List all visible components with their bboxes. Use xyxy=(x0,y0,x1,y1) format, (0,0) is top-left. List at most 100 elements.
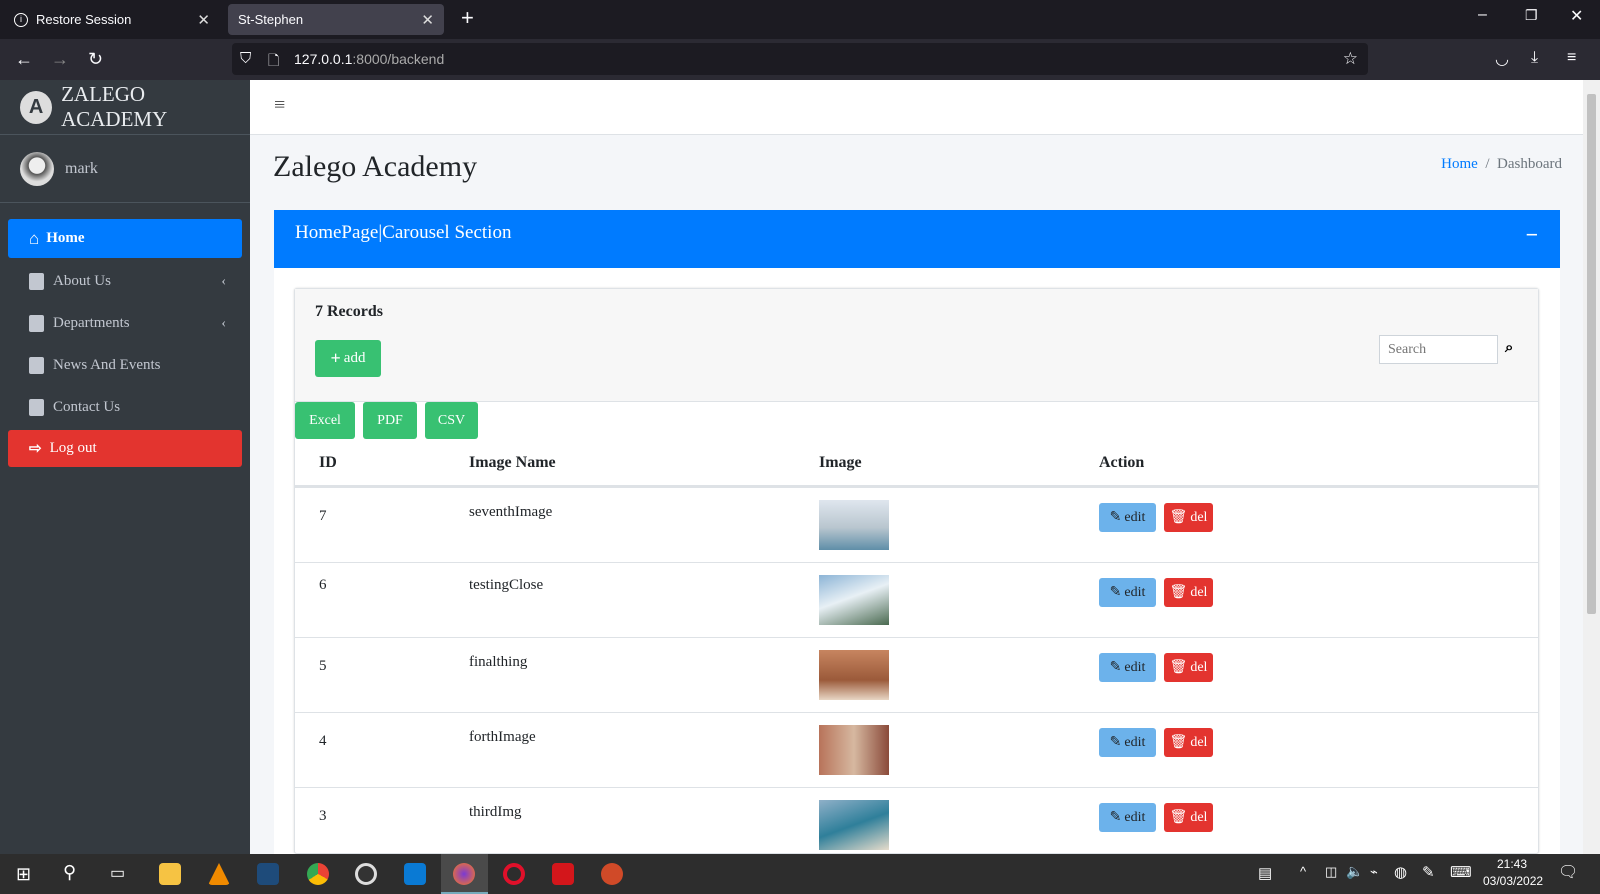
menu-icon[interactable]: ≡ xyxy=(1567,49,1576,67)
battery-icon[interactable]: ⌁ xyxy=(1370,864,1378,880)
edit-button[interactable]: ✎ edit xyxy=(1099,503,1156,532)
trash-icon: 🗑 xyxy=(1169,810,1188,825)
sidebar-item-departments[interactable]: Departments ‹ xyxy=(8,304,242,343)
home-icon: ⌂ xyxy=(29,228,40,248)
trash-icon: 🗑 xyxy=(1169,735,1188,750)
brand[interactable]: A ZALEGO ACADEMY xyxy=(0,80,250,135)
cell-image-name: finalthing xyxy=(469,654,528,670)
news-icon[interactable]: ▤ xyxy=(1258,864,1272,882)
delete-button[interactable]: 🗑 del xyxy=(1164,578,1213,607)
tab-st-stephen[interactable]: St-Stephen ✕ xyxy=(228,4,444,35)
opera-icon[interactable] xyxy=(503,863,525,885)
table-row: 7 seventhImage ✎ edit 🗑 del xyxy=(294,487,1539,562)
image-thumbnail xyxy=(819,800,889,850)
search-taskbar-icon[interactable]: ⚲ xyxy=(63,862,76,883)
user-panel[interactable]: mark xyxy=(0,135,250,203)
windows-start-icon[interactable]: ⊞ xyxy=(16,864,31,885)
pen-icon[interactable]: ✎ xyxy=(1422,863,1435,881)
table-row: 6 testingClose ✎ edit 🗑 del xyxy=(294,562,1539,637)
vscode-icon[interactable] xyxy=(404,863,426,885)
edit-button[interactable]: ✎ edit xyxy=(1099,803,1156,832)
back-icon[interactable]: ← xyxy=(15,49,33,70)
edit-icon: ✎ xyxy=(1109,735,1122,750)
export-excel-button[interactable]: Excel xyxy=(295,402,355,439)
page-scrollbar[interactable] xyxy=(1583,80,1600,854)
add-label: add xyxy=(343,350,366,366)
cell-image-name: seventhImage xyxy=(469,504,553,520)
minimize-icon[interactable]: – xyxy=(1478,6,1487,24)
edit-button[interactable]: ✎ edit xyxy=(1099,653,1156,682)
window-close-icon[interactable]: ✕ xyxy=(1570,6,1583,26)
tab-restore-session[interactable]: i Restore Session ✕ xyxy=(4,4,220,35)
list-icon xyxy=(29,399,44,416)
browser-tab-bar: i Restore Session ✕ St-Stephen ✕ + – ❐ ✕ xyxy=(0,0,1600,39)
address-bar[interactable]: ⛉ 🗋 127.0.0.1:8000/backend ☆ xyxy=(232,43,1368,75)
breadcrumb-home[interactable]: Home xyxy=(1441,156,1478,172)
user-name: mark xyxy=(65,159,98,177)
volume-icon[interactable]: 🔈 xyxy=(1346,863,1363,880)
add-button[interactable]: + add xyxy=(315,340,381,377)
keyboard-icon[interactable]: ⌨ xyxy=(1450,863,1472,881)
media-player-icon[interactable] xyxy=(355,863,377,885)
search-input[interactable] xyxy=(1379,335,1498,364)
bookmark-star-icon[interactable]: ☆ xyxy=(1343,49,1358,69)
info-icon: i xyxy=(14,12,28,27)
table-row: 5 finalthing ✎ edit 🗑 del xyxy=(294,637,1539,712)
firefox-taskbar-button[interactable] xyxy=(441,854,488,894)
edit-button[interactable]: ✎ edit xyxy=(1099,578,1156,607)
card-header: HomePage|Carousel Section − xyxy=(274,210,1560,268)
edit-icon: ✎ xyxy=(1109,660,1122,675)
powerpoint-icon[interactable] xyxy=(601,863,623,885)
pocket-icon[interactable]: ◡ xyxy=(1495,49,1509,69)
close-tab-icon[interactable]: ✕ xyxy=(421,11,434,29)
vlc-icon[interactable] xyxy=(208,863,230,885)
edit-button[interactable]: ✎ edit xyxy=(1099,728,1156,757)
sidebar-item-logout[interactable]: ⇨ Log out xyxy=(8,430,242,467)
edit-label: edit xyxy=(1124,734,1146,750)
export-pdf-button[interactable]: PDF xyxy=(363,402,417,439)
collapse-icon[interactable]: − xyxy=(1525,222,1538,248)
delete-label: del xyxy=(1190,809,1208,825)
tab-label: St-Stephen xyxy=(238,12,304,27)
clock-date[interactable]: 03/03/2022 xyxy=(1483,874,1543,888)
restore-icon[interactable]: ❐ xyxy=(1525,7,1538,24)
delete-button[interactable]: 🗑 del xyxy=(1164,653,1213,682)
sidebar-item-contact-us[interactable]: Contact Us xyxy=(8,388,242,427)
cell-id: 7 xyxy=(319,508,327,524)
cell-image-name: thirdImg xyxy=(469,804,522,820)
clock-time[interactable]: 21:43 xyxy=(1497,857,1527,871)
sidebar-item-home[interactable]: ⌂ Home xyxy=(8,219,242,258)
camera-icon[interactable]: ◫ xyxy=(1325,864,1337,880)
tray-chevron-icon[interactable]: ^ xyxy=(1300,864,1306,879)
app-icon[interactable] xyxy=(257,863,279,885)
chevron-left-icon: ‹ xyxy=(221,273,226,289)
plus-icon: + xyxy=(330,348,341,368)
close-tab-icon[interactable]: ✕ xyxy=(197,11,210,29)
logo-icon: A xyxy=(20,90,53,124)
download-icon[interactable]: ⤓ xyxy=(1531,49,1538,67)
image-thumbnail xyxy=(819,500,889,550)
search-icon[interactable]: ⌕ xyxy=(1505,339,1513,357)
delete-button[interactable]: 🗑 del xyxy=(1164,803,1213,832)
file-explorer-icon[interactable] xyxy=(159,863,181,885)
hamburger-icon[interactable]: ≡ xyxy=(274,94,285,117)
url-path: :8000/backend xyxy=(352,51,445,67)
delete-button[interactable]: 🗑 del xyxy=(1164,728,1213,757)
network-icon[interactable]: ◍ xyxy=(1394,863,1407,881)
export-csv-button[interactable]: CSV xyxy=(425,402,478,439)
list-icon xyxy=(29,357,44,374)
breadcrumb: Home / Dashboard xyxy=(1441,156,1562,172)
acrobat-icon[interactable] xyxy=(552,863,574,885)
new-tab-icon[interactable]: + xyxy=(461,5,474,31)
scrollbar-thumb[interactable] xyxy=(1587,94,1596,614)
sidebar-item-about-us[interactable]: About Us ‹ xyxy=(8,262,242,301)
chrome-icon[interactable] xyxy=(307,863,329,885)
forward-icon[interactable]: → xyxy=(51,49,69,70)
chevron-left-icon: ‹ xyxy=(221,315,226,331)
delete-button[interactable]: 🗑 del xyxy=(1164,503,1213,532)
edit-icon: ✎ xyxy=(1109,585,1122,600)
sidebar-item-news-and-events[interactable]: News And Events xyxy=(8,346,242,385)
reload-icon[interactable]: ↻ xyxy=(88,49,103,70)
notifications-icon[interactable]: 🗨 xyxy=(1558,862,1578,882)
task-view-icon[interactable]: ▭ xyxy=(110,863,125,883)
